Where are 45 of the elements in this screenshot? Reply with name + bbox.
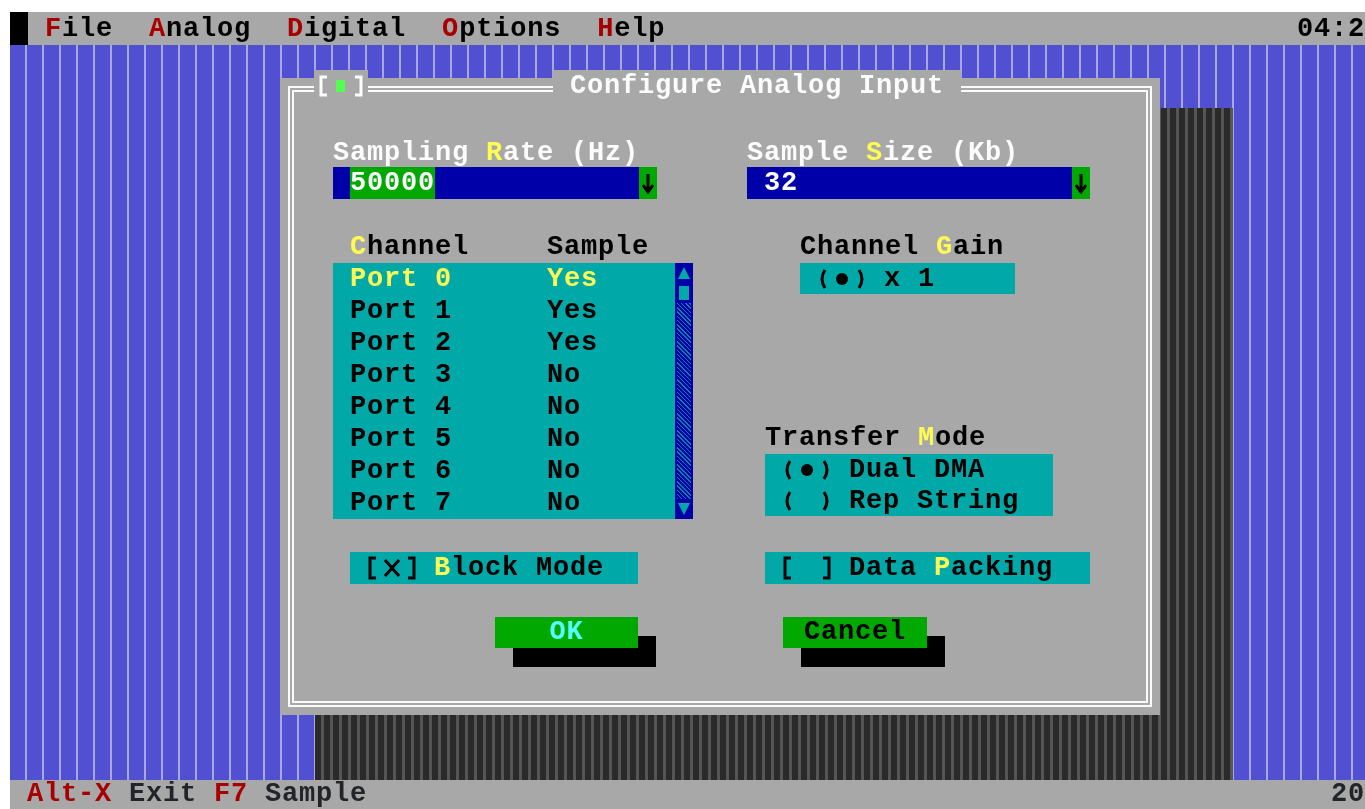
checkbox-label: Block Mode — [434, 552, 605, 584]
shortcut-label: Exit — [129, 780, 198, 809]
dialog-title: Configure Analog Input — [552, 70, 962, 102]
field-value: 32 — [764, 167, 798, 199]
combo-box[interactable]: 32 — [747, 167, 1090, 199]
list-row[interactable]: Port 7 No — [333, 487, 675, 519]
checkbox-label: Data Packing — [849, 552, 1054, 584]
channel-list[interactable]: Port 0 Yes Port 1 Yes Port 2 Yes Port 3 No Port 4 No Port 5 No Port 6 No Port 7 No — [333, 263, 693, 519]
radio-group[interactable]: Dual DMA Rep String — [765, 454, 1053, 516]
field-value: 50000 — [350, 167, 435, 199]
list-row[interactable]: Port 2 Yes — [333, 327, 675, 359]
status-text: 20 — [1331, 780, 1365, 809]
scrollbar[interactable] — [675, 263, 693, 519]
column-header: Sample — [547, 231, 650, 263]
list-row[interactable]: Port 6 No — [333, 455, 675, 487]
dropdown-button[interactable] — [1072, 167, 1090, 199]
close-icon — [318, 75, 364, 97]
checkbox[interactable]: Block Mode — [350, 552, 638, 584]
list-row[interactable]: Port 3 No — [333, 359, 675, 391]
option-label: Dual DMA — [849, 453, 986, 486]
list-row[interactable]: Port 5 No — [333, 423, 675, 455]
column-header: Channel — [350, 231, 471, 263]
list-row[interactable]: Port 1 Yes — [333, 295, 675, 327]
menu-item[interactable]: Help — [597, 12, 683, 45]
shortcut-label: Sample — [265, 780, 368, 809]
radio-group[interactable]: x 1 — [800, 263, 1015, 294]
option-label: x 1 — [884, 262, 935, 295]
cursor-mark — [10, 12, 28, 45]
option-label: Rep String — [849, 484, 1020, 517]
list-row[interactable]: Port 4 No — [333, 391, 675, 423]
down-arrow-icon — [1075, 172, 1087, 194]
field-label: Sampling Rate (Hz) — [333, 139, 641, 167]
dialog-button[interactable]: Cancel — [783, 617, 927, 648]
dropdown-button[interactable] — [639, 167, 657, 199]
scroll-thumb[interactable] — [677, 283, 691, 303]
checkbox[interactable]: Data Packing — [765, 552, 1090, 584]
group-label: Channel Gain — [800, 231, 1006, 263]
menu-item[interactable]: Digital — [287, 12, 424, 45]
down-arrow-icon — [642, 172, 654, 194]
group-label: Transfer Mode — [765, 422, 988, 454]
menu-item[interactable]: Options — [442, 12, 579, 45]
field-label: Sample Size (Kb) — [747, 139, 1021, 167]
menu-item[interactable]: File — [45, 12, 131, 45]
clock-text: 04:2 — [1297, 12, 1365, 45]
menu-item[interactable]: Analog — [149, 12, 269, 45]
